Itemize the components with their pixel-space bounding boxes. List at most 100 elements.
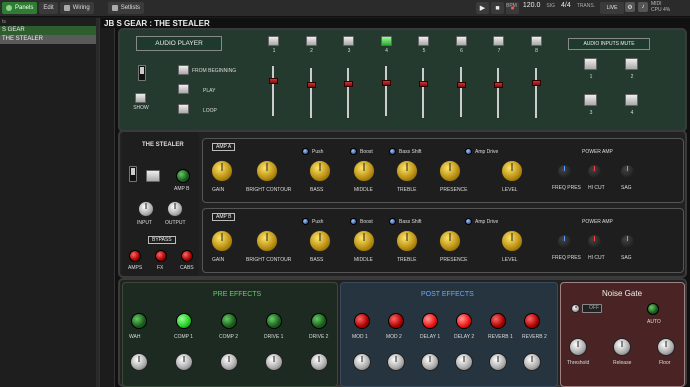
channel-2-mute-button[interactable]	[305, 36, 317, 46]
boost-switch[interactable]	[350, 148, 357, 155]
mod-1-toggle[interactable]	[354, 313, 370, 329]
sidebar-scrollbar[interactable]	[96, 18, 99, 387]
from-beginning-button[interactable]	[178, 65, 189, 75]
freq-pres-knob[interactable]	[558, 165, 571, 178]
channel-6-mute-button[interactable]	[455, 36, 467, 46]
output-knob[interactable]	[167, 201, 183, 217]
tab-panels[interactable]: Panels	[2, 2, 38, 14]
comp-1-knob[interactable]	[175, 353, 193, 371]
drive-2-toggle[interactable]	[311, 313, 327, 329]
channel-8-fader[interactable]	[531, 80, 541, 86]
gate-auto-led[interactable]	[647, 303, 659, 315]
reverb-1-knob[interactable]	[489, 353, 507, 371]
mod-2-knob[interactable]	[387, 353, 405, 371]
release-knob[interactable]	[613, 338, 631, 356]
tab-setlists[interactable]: Setlists	[107, 2, 145, 14]
middle-knob[interactable]	[353, 160, 375, 182]
reverb-2-knob[interactable]	[523, 353, 541, 371]
push-switch[interactable]	[302, 148, 309, 155]
channel-8-mute-button[interactable]	[530, 36, 542, 46]
delay-2-knob[interactable]	[455, 353, 473, 371]
comp-2-toggle[interactable]	[221, 313, 237, 329]
freq-pres-knob[interactable]	[558, 235, 571, 248]
bpm-value[interactable]: 120.0	[523, 2, 541, 9]
input-mute-4-button[interactable]	[625, 94, 638, 106]
push-switch[interactable]	[302, 218, 309, 225]
bright-contour-knob[interactable]	[256, 160, 278, 182]
bass-shift-switch[interactable]	[389, 218, 396, 225]
treble-knob[interactable]	[396, 230, 418, 252]
hi-cut-knob[interactable]	[588, 235, 601, 248]
sag-knob[interactable]	[621, 165, 634, 178]
bass-knob[interactable]	[309, 230, 331, 252]
comp-2-knob[interactable]	[220, 353, 238, 371]
hi-cut-knob[interactable]	[588, 165, 601, 178]
bright-contour-knob[interactable]	[256, 230, 278, 252]
sidebar-item-s-gear[interactable]: S GEAR	[0, 26, 99, 35]
channel-7-mute-button[interactable]	[493, 36, 504, 46]
channel-3-mute-button[interactable]	[343, 36, 354, 46]
presence-knob[interactable]	[439, 230, 461, 252]
loop-button[interactable]	[178, 104, 189, 114]
level-knob[interactable]	[501, 230, 523, 252]
treble-knob[interactable]	[396, 160, 418, 182]
drive-1-toggle[interactable]	[266, 313, 282, 329]
level-knob[interactable]	[501, 160, 523, 182]
input-mute-1-button[interactable]	[584, 58, 597, 70]
mod-2-toggle[interactable]	[388, 313, 404, 329]
floor-knob[interactable]	[657, 338, 675, 356]
delay-2-toggle[interactable]	[456, 313, 472, 329]
mod-1-knob[interactable]	[353, 353, 371, 371]
delay-1-knob[interactable]	[421, 353, 439, 371]
wah-knob[interactable]	[130, 353, 148, 371]
input-mute-3-button[interactable]	[584, 94, 597, 106]
gain-knob[interactable]	[211, 230, 233, 252]
boost-switch[interactable]	[350, 218, 357, 225]
stop-icon[interactable]: ■	[491, 2, 504, 14]
channel-3-fader[interactable]	[344, 81, 353, 87]
presence-knob[interactable]	[439, 160, 461, 182]
bass-knob[interactable]	[309, 160, 331, 182]
bypass-cabs-button[interactable]	[181, 250, 193, 262]
threshold-knob[interactable]	[569, 338, 587, 356]
channel-1-mute-button[interactable]	[268, 36, 279, 46]
live-button[interactable]: LIVE	[600, 2, 624, 14]
wah-toggle[interactable]	[131, 313, 147, 329]
volume-icon[interactable]: ♪	[638, 2, 648, 12]
tab-wiring[interactable]: Wiring	[59, 2, 94, 14]
tab-edit[interactable]: Edit	[39, 2, 58, 14]
bass-shift-switch[interactable]	[389, 148, 396, 155]
settings-icon[interactable]: ⚙	[625, 2, 635, 12]
channel-2-fader[interactable]	[306, 82, 316, 88]
input-mute-2-button[interactable]	[625, 58, 638, 70]
show-button[interactable]	[135, 93, 146, 103]
channel-4-mute-button[interactable]	[380, 36, 392, 46]
channel-6-fader[interactable]	[456, 82, 466, 88]
play-icon[interactable]: ▶	[476, 2, 489, 14]
play-button[interactable]	[178, 84, 189, 94]
sag-knob[interactable]	[621, 235, 634, 248]
channel-5-mute-button[interactable]	[418, 36, 429, 46]
drive-2-knob[interactable]	[310, 353, 328, 371]
stealer-preset-button[interactable]	[146, 170, 160, 182]
reverb-2-toggle[interactable]	[524, 313, 540, 329]
reverb-1-toggle[interactable]	[490, 313, 506, 329]
channel-4-fader[interactable]	[381, 80, 391, 86]
gate-off-switch[interactable]: OFF	[582, 304, 602, 313]
comp-1-toggle[interactable]	[176, 313, 192, 329]
gate-switch-knob[interactable]	[571, 304, 580, 313]
input-knob[interactable]	[138, 201, 154, 217]
signature-value[interactable]: 4/4	[561, 2, 571, 9]
stealer-power-toggle[interactable]	[129, 166, 137, 182]
drive-1-knob[interactable]	[265, 353, 283, 371]
channel-5-fader[interactable]	[419, 81, 428, 87]
sidebar-item-the-stealer[interactable]: THE STEALER	[0, 35, 99, 44]
bypass-amps-button[interactable]	[129, 250, 141, 262]
middle-knob[interactable]	[353, 230, 375, 252]
bypass-fx-button[interactable]	[155, 250, 167, 262]
delay-1-toggle[interactable]	[422, 313, 438, 329]
channel-1-fader[interactable]	[269, 78, 278, 84]
amp-drive-switch[interactable]	[465, 148, 472, 155]
gain-knob[interactable]	[211, 160, 233, 182]
amp-drive-switch[interactable]	[465, 218, 472, 225]
